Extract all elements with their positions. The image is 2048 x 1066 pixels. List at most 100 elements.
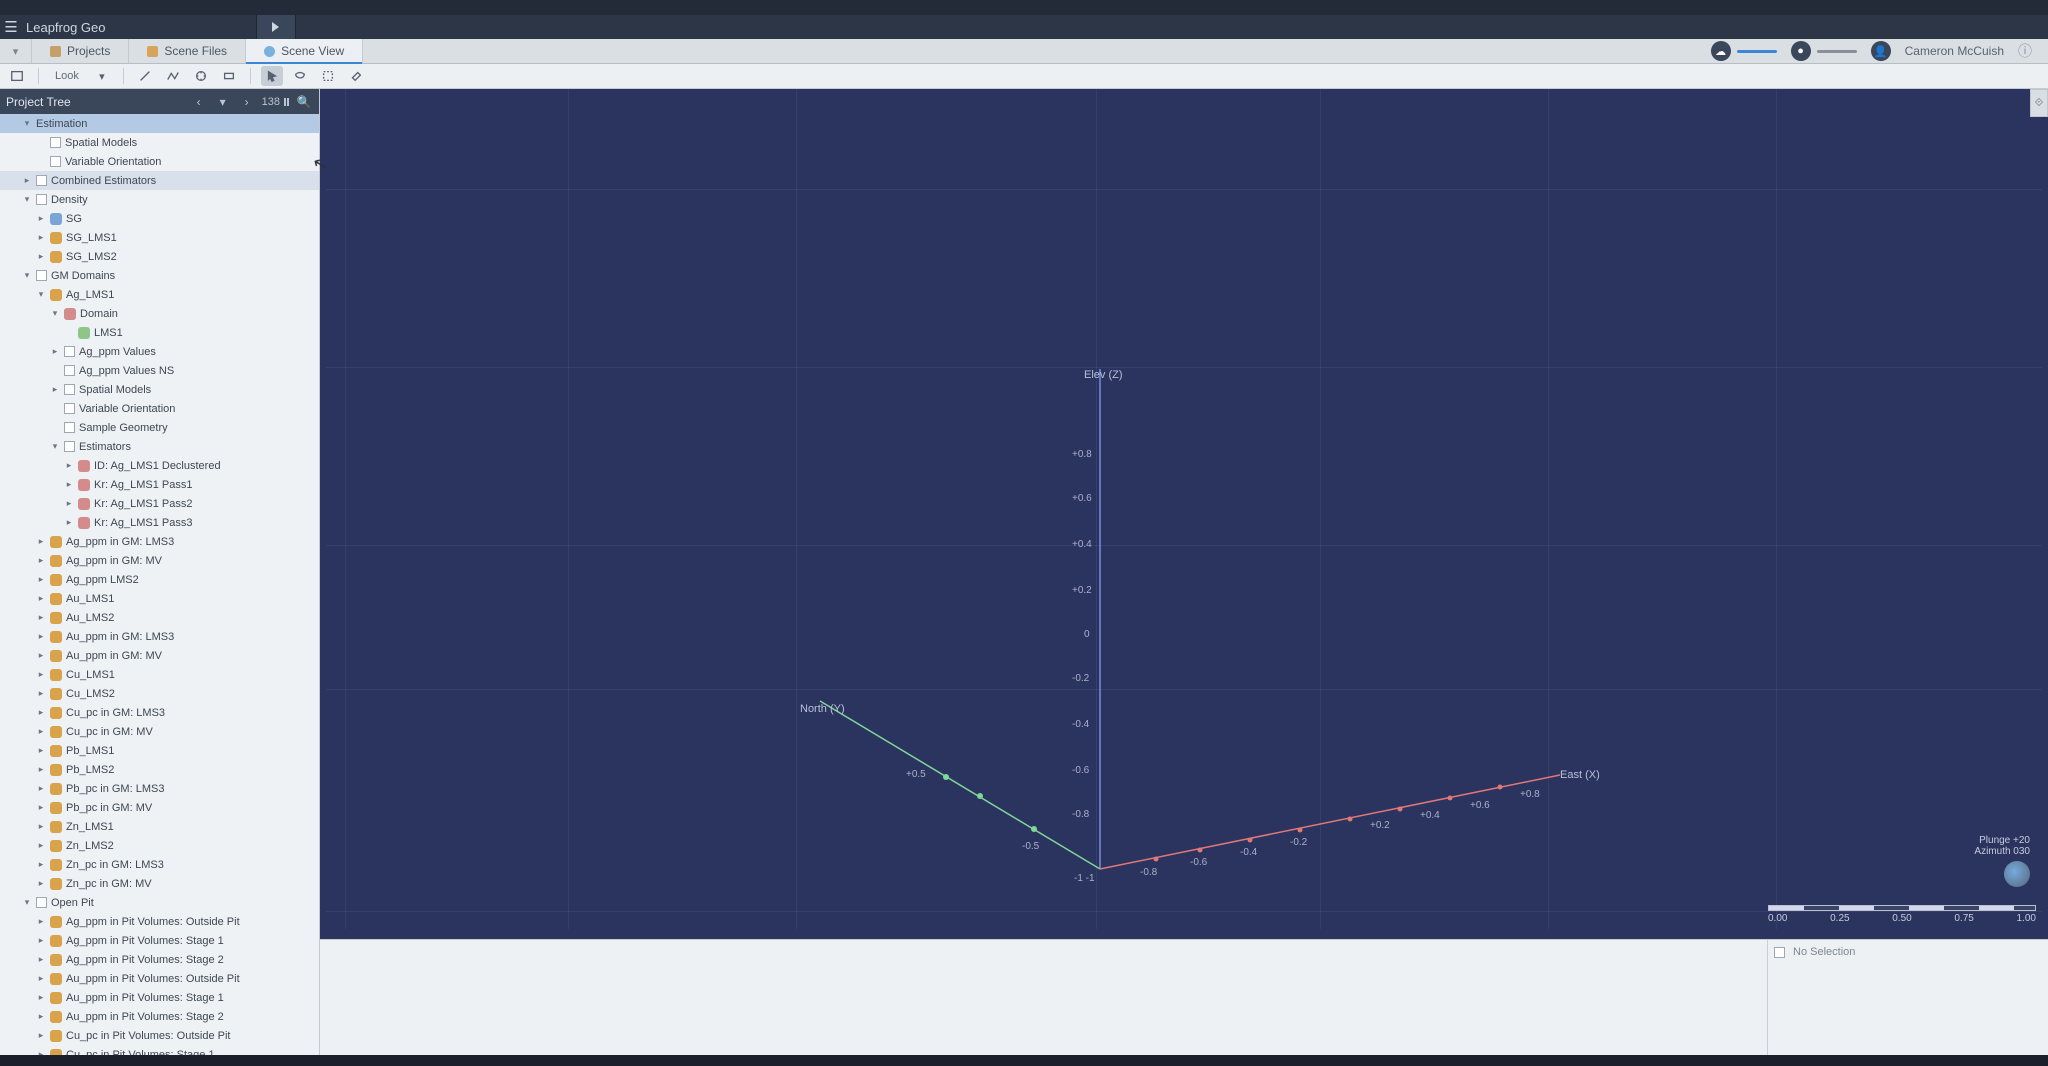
tree-item[interactable]: ▸Ag_ppm in Pit Volumes: Stage 1 bbox=[0, 931, 319, 950]
tab-label: Scene Files bbox=[164, 44, 227, 58]
tree-item[interactable]: ▸Spatial Models bbox=[0, 133, 319, 152]
os-titlebar bbox=[0, 0, 2048, 15]
tree-item[interactable]: ▸Au_ppm in GM: LMS3 bbox=[0, 627, 319, 646]
tree-item[interactable]: ▸Spatial Models bbox=[0, 380, 319, 399]
lasso-button[interactable] bbox=[289, 66, 311, 86]
tree-item[interactable]: ▾Domain bbox=[0, 304, 319, 323]
selection-checkbox[interactable] bbox=[1774, 947, 1785, 958]
tree-item[interactable]: ▸Pb_LMS1 bbox=[0, 741, 319, 760]
tree-item[interactable]: ▸Au_LMS1 bbox=[0, 589, 319, 608]
tree-item[interactable]: ▸Cu_pc in GM: LMS3 bbox=[0, 703, 319, 722]
selection-panel[interactable]: No Selection bbox=[1768, 940, 2048, 1055]
tree-item[interactable]: ▸Pb_pc in GM: LMS3 bbox=[0, 779, 319, 798]
tree-item[interactable]: ▸Ag_ppm in GM: MV bbox=[0, 551, 319, 570]
tree-item[interactable]: ▸SG_LMS2 bbox=[0, 247, 319, 266]
play-button[interactable] bbox=[256, 15, 296, 39]
tab-label: Projects bbox=[67, 44, 110, 58]
tree-item[interactable]: ▸SG bbox=[0, 209, 319, 228]
status-bar-2 bbox=[1817, 50, 1857, 53]
properties-panel[interactable] bbox=[320, 940, 1768, 1055]
ruler-button[interactable] bbox=[190, 66, 212, 86]
tree-item[interactable]: ▸Zn_pc in GM: LMS3 bbox=[0, 855, 319, 874]
view-area: Elev (Z) North (Y) East (X) +0.8 +0.6 +0… bbox=[320, 89, 2048, 1055]
plane-button[interactable] bbox=[218, 66, 240, 86]
box-select-button[interactable] bbox=[317, 66, 339, 86]
look-dropdown[interactable]: ▾ bbox=[91, 66, 113, 86]
tree-item-gm-domains[interactable]: ▾GM Domains bbox=[0, 266, 319, 285]
tree-item[interactable]: ▸Pb_LMS2 bbox=[0, 760, 319, 779]
tab-scene-files[interactable]: Scene Files bbox=[129, 39, 246, 63]
view-menu-button[interactable] bbox=[6, 66, 28, 86]
help-icon[interactable]: ⓘ bbox=[2018, 41, 2032, 61]
z-tick: +0.6 bbox=[1072, 493, 1092, 504]
scene-toolbar: Look ▾ bbox=[0, 64, 2048, 89]
tab-label: Scene View bbox=[281, 44, 344, 58]
tree-search-button[interactable]: 🔍 bbox=[295, 95, 313, 109]
tree-item[interactable]: ▸Ag_ppm in Pit Volumes: Stage 2 bbox=[0, 950, 319, 969]
tree-item[interactable]: ▸Kr: Ag_LMS1 Pass2 bbox=[0, 494, 319, 513]
z-tick: -0.4 bbox=[1072, 719, 1089, 730]
draw-line-button[interactable] bbox=[134, 66, 156, 86]
z-tick: +0.8 bbox=[1072, 449, 1092, 460]
eraser-button[interactable] bbox=[345, 66, 367, 86]
tree-item[interactable]: ▸Zn_LMS1 bbox=[0, 817, 319, 836]
tree-item[interactable]: ▸SG_LMS1 bbox=[0, 228, 319, 247]
tree-item[interactable]: ▸Variable Orientation bbox=[0, 152, 319, 171]
tree-item-open-pit[interactable]: ▾Open Pit bbox=[0, 893, 319, 912]
tree-item[interactable]: ▸Au_ppm in GM: MV bbox=[0, 646, 319, 665]
tree-item[interactable]: ▸ID: Ag_LMS1 Declustered bbox=[0, 456, 319, 475]
tree-item[interactable]: ▸Au_ppm in Pit Volumes: Outside Pit bbox=[0, 969, 319, 988]
tree-item[interactable]: ▸Variable Orientation bbox=[0, 399, 319, 418]
menu-icon[interactable]: ☰ bbox=[0, 18, 22, 36]
tree-item[interactable]: ▸Au_ppm in Pit Volumes: Stage 2 bbox=[0, 1007, 319, 1026]
tree-item[interactable]: ▸Kr: Ag_LMS1 Pass1 bbox=[0, 475, 319, 494]
tab-projects[interactable]: Projects bbox=[32, 39, 129, 63]
no-selection-label: No Selection bbox=[1793, 946, 1855, 958]
user-name: Cameron McCuish bbox=[1905, 44, 2004, 58]
tree-item[interactable]: ▸Zn_pc in GM: MV bbox=[0, 874, 319, 893]
tab-history-dropdown[interactable]: ▾ bbox=[0, 39, 32, 63]
y-tick: +0.5 bbox=[906, 769, 926, 780]
z-tick: 0 bbox=[1084, 629, 1090, 640]
right-dock-toggle[interactable]: ⟐ bbox=[2030, 89, 2048, 117]
tree-item[interactable]: ▸Cu_pc in Pit Volumes: Outside Pit bbox=[0, 1026, 319, 1045]
tree-item[interactable]: ▸Ag_ppm in Pit Volumes: Outside Pit bbox=[0, 912, 319, 931]
tree-item[interactable]: ▸Ag_ppm Values NS bbox=[0, 361, 319, 380]
select-button[interactable] bbox=[261, 66, 283, 86]
tree-item-estimation[interactable]: ▾Estimation bbox=[0, 114, 319, 133]
cloud-icon[interactable]: ☁ bbox=[1711, 41, 1731, 61]
tree-item[interactable]: ▸Ag_ppm Values bbox=[0, 342, 319, 361]
x-tick: -0.2 bbox=[1290, 837, 1307, 848]
tree-item[interactable]: ▾Ag_LMS1 bbox=[0, 285, 319, 304]
tree-item[interactable]: ▸Ag_ppm in GM: LMS3 bbox=[0, 532, 319, 551]
tree-item[interactable]: ▸Au_LMS2 bbox=[0, 608, 319, 627]
tree-item-estimators[interactable]: ▾Estimators bbox=[0, 437, 319, 456]
project-tree[interactable]: ▾Estimation ▸Spatial Models ▸Variable Or… bbox=[0, 114, 319, 1055]
tree-item[interactable]: ▸Au_ppm in Pit Volumes: Stage 1 bbox=[0, 988, 319, 1007]
app-bar: ☰ Leapfrog Geo bbox=[0, 15, 2048, 39]
tree-item[interactable]: ▸Sample Geometry bbox=[0, 418, 319, 437]
tree-nav-prev[interactable]: ‹ bbox=[190, 95, 208, 109]
tree-item[interactable]: ▸Ag_ppm LMS2 bbox=[0, 570, 319, 589]
draw-polyline-button[interactable] bbox=[162, 66, 184, 86]
tree-nav-next[interactable]: › bbox=[238, 95, 256, 109]
tree-item-combined-estimators[interactable]: ▸Combined Estimators bbox=[0, 171, 319, 190]
y-tick: -0.5 bbox=[1022, 841, 1039, 852]
tree-item-density[interactable]: ▾Density bbox=[0, 190, 319, 209]
scene-3d-viewport[interactable]: Elev (Z) North (Y) East (X) +0.8 +0.6 +0… bbox=[320, 89, 2048, 939]
tab-bar: ▾ Projects Scene Files Scene View ☁ ● 👤 … bbox=[0, 39, 2048, 64]
user-avatar-icon[interactable]: 👤 bbox=[1871, 41, 1891, 61]
tree-item[interactable]: ▸Cu_LMS1 bbox=[0, 665, 319, 684]
tree-item[interactable]: ▸Cu_pc in GM: MV bbox=[0, 722, 319, 741]
tree-item[interactable]: ▸Pb_pc in GM: MV bbox=[0, 798, 319, 817]
tree-item[interactable]: ▸Cu_LMS2 bbox=[0, 684, 319, 703]
status-icon[interactable]: ● bbox=[1791, 41, 1811, 61]
tree-item[interactable]: ▸Cu_pc in Pit Volumes: Stage 1 bbox=[0, 1045, 319, 1055]
tree-item[interactable]: ▸Zn_LMS2 bbox=[0, 836, 319, 855]
tab-scene-view[interactable]: Scene View bbox=[246, 39, 363, 63]
tree-nav-dropdown[interactable]: ▾ bbox=[214, 95, 232, 109]
tree-item[interactable]: ▸LMS1 bbox=[0, 323, 319, 342]
compass-icon[interactable] bbox=[2004, 861, 2030, 887]
tree-item[interactable]: ▸Kr: Ag_LMS1 Pass3 bbox=[0, 513, 319, 532]
panel-title: Project Tree bbox=[6, 95, 184, 109]
